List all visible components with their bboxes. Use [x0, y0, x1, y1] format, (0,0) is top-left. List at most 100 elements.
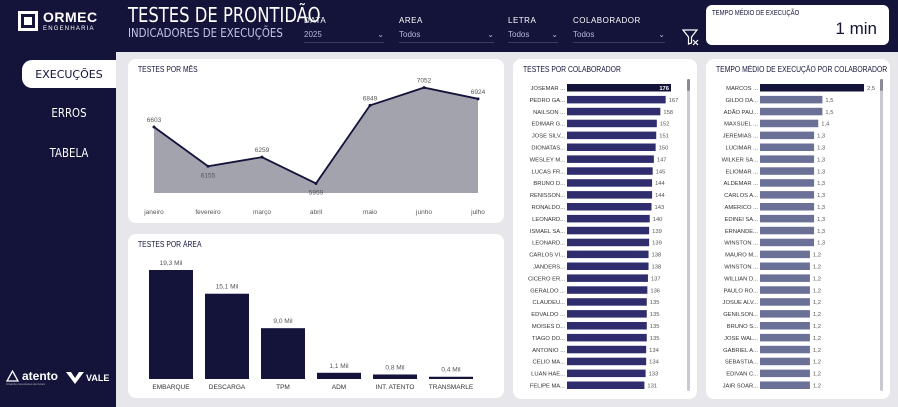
data-label: 1,5	[825, 110, 833, 116]
nav-tabela[interactable]: TABELA	[29, 139, 109, 167]
x-tick-label: janeiro	[143, 209, 164, 216]
category-label: LUCIMAR ...	[725, 146, 758, 152]
bar	[567, 107, 661, 116]
brand-name: ORMEC	[43, 9, 98, 25]
filter-area-select[interactable]: Todos ⌄	[399, 30, 494, 43]
data-label: 135	[650, 300, 660, 306]
filter-colaborador-select[interactable]: Todos ⌄	[573, 30, 665, 43]
area-bar-chart: 19,3 Mil EMBARQUE 15,1 Mil DESCARGA 9,0 Mil T…	[149, 260, 474, 391]
data-label: 6603	[147, 117, 162, 124]
kpi-avg-time-card: TEMPO MÉDIO DE EXECUÇÃO 1 min	[706, 5, 889, 45]
bar	[567, 167, 653, 175]
bar	[760, 226, 815, 235]
category-label: CELIO MA...	[532, 360, 565, 366]
nav-execucoes[interactable]: EXECUÇÕES	[22, 60, 116, 88]
atento-triangle-icon	[6, 370, 19, 382]
scrollbar[interactable]	[880, 79, 883, 391]
kpi-value: 1 min	[835, 19, 877, 38]
scrollbar-thumb[interactable]	[687, 79, 690, 91]
category-label: CLAUDEU...	[532, 300, 565, 306]
bar	[760, 179, 815, 187]
bar	[567, 310, 647, 318]
category-label: GABRIEL A...	[723, 348, 758, 354]
category-label: MAXSUEL ...	[724, 122, 758, 128]
category-label: JAIR SOAR...	[723, 384, 759, 390]
bar	[429, 376, 473, 379]
bar	[567, 179, 653, 187]
card-tests-per-collaborator: TESTES POR COLABORADOR JOSEMAR ... 176 PED…	[513, 59, 697, 399]
scrollbar[interactable]	[687, 79, 690, 391]
data-label: 151	[659, 134, 669, 140]
bar	[567, 238, 650, 247]
bar	[760, 238, 815, 247]
category-label: WILKER SA...	[722, 157, 759, 163]
category-label: WILLIAN D...	[724, 276, 758, 282]
data-label: 1,1 Mil	[329, 363, 349, 370]
category-label: EDINEI SA...	[724, 217, 758, 223]
category-label: AMERICO ...	[725, 205, 759, 211]
data-label: 135	[650, 324, 660, 330]
data-label: 1,3	[817, 217, 825, 223]
data-label: 1,2	[813, 336, 821, 342]
bar	[567, 322, 647, 330]
data-label: 1,2	[813, 253, 821, 259]
chevron-down-icon: ⌄	[377, 30, 384, 39]
data-label: 135	[650, 336, 660, 342]
bar	[567, 286, 648, 294]
category-label: RENISSON...	[530, 193, 565, 199]
category-label: MAURO M...	[725, 253, 758, 259]
data-label: 1,3	[817, 241, 825, 247]
x-tick-label: fevereiro	[195, 209, 221, 216]
filter-letra[interactable]: LETRA Todos ⌄	[508, 16, 558, 43]
page-subtitle: INDICADORES DE EXECUÇÕES	[128, 26, 283, 40]
bar	[760, 191, 815, 199]
data-label: 19,3 Mil	[160, 260, 183, 267]
data-label: 139	[652, 229, 662, 235]
x-tick-label: TRANSMARLE	[429, 384, 474, 391]
category-label: GERALDO ...	[530, 288, 565, 294]
filter-data-select[interactable]: 2025 ⌄	[304, 30, 384, 43]
bar	[760, 250, 810, 259]
data-label: 1,4	[821, 122, 830, 128]
data-label: 6155	[201, 172, 216, 179]
data-label: 150	[659, 146, 669, 152]
scrollbar-thumb[interactable]	[880, 79, 883, 91]
bar	[567, 191, 653, 199]
category-label: MARCOS ...	[726, 86, 758, 92]
category-label: JOSE SILV...	[532, 134, 566, 140]
category-label: CICERO ER...	[528, 276, 565, 282]
bar	[567, 262, 649, 270]
data-label: 6924	[471, 89, 486, 96]
filter-area-value: Todos	[399, 30, 421, 39]
filter-colaborador[interactable]: COLABORADOR Todos ⌄	[573, 16, 665, 43]
collaborator-bar-chart: JOSEMAR ... 176 PEDRO GA... 167 NAILSON ... 1…	[528, 84, 678, 390]
filter-data[interactable]: DATA 2025 ⌄	[304, 16, 384, 43]
card-tests-per-month: TESTES POR MÊS 6603 janeiro 6155 fevereiro 6…	[128, 59, 504, 223]
clear-filters-icon[interactable]	[682, 28, 700, 46]
data-label: 1,2	[813, 360, 821, 366]
nav-erros[interactable]: ERROS	[29, 99, 109, 127]
category-label: ISMAEL SA...	[530, 229, 566, 235]
header-bar: TESTES DE PRONTIDÃO INDICADORES DE EXECU…	[116, 0, 898, 52]
data-point	[314, 181, 318, 185]
x-tick-label: julho	[470, 209, 485, 216]
filter-letra-label: LETRA	[508, 16, 537, 25]
x-tick-label: maio	[363, 209, 377, 216]
bar	[205, 293, 249, 379]
category-label: PEDRO GA...	[530, 98, 566, 104]
category-label: GENILSON...	[723, 312, 758, 318]
category-label: EDIVAN C...	[726, 372, 758, 378]
data-label: 136	[650, 288, 660, 294]
category-label: BRUNO S...	[727, 324, 759, 330]
category-label: GILDO DA...	[725, 98, 758, 104]
data-label: 138	[652, 265, 662, 271]
x-tick-label: ADM	[332, 384, 346, 391]
bar	[760, 167, 815, 175]
category-label: DIONATAS...	[531, 146, 565, 152]
category-label: TIAGO DO...	[532, 336, 566, 342]
bar	[760, 322, 810, 330]
filter-area[interactable]: AREA Todos ⌄	[399, 16, 494, 43]
filter-letra-select[interactable]: Todos ⌄	[508, 30, 558, 43]
category-label: EDVALDO ...	[531, 312, 565, 318]
data-label: 6849	[363, 95, 378, 102]
